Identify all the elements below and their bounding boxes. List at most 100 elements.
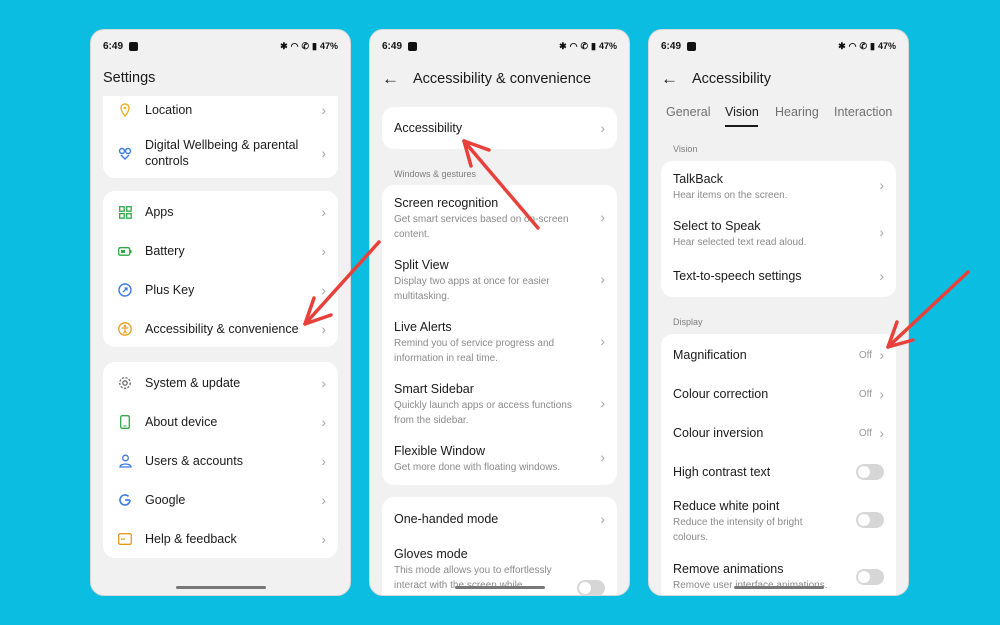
settings-item-high-contrast-text[interactable]: High contrast text	[661, 463, 896, 481]
home-indicator[interactable]	[454, 586, 545, 589]
settings-item-plus-key[interactable]: Plus Key ›	[103, 281, 338, 299]
section-header: Windows & gestures	[394, 169, 477, 179]
settings-group-1: Location › Digital Wellbeing & parental c…	[103, 96, 338, 178]
settings-item-label: Accessibility & convenience	[145, 322, 299, 336]
item-text: TalkBack Hear items on the screen.	[673, 171, 788, 203]
page-title: Accessibility	[692, 70, 771, 87]
settings-item-label: Magnification	[673, 348, 747, 362]
chevron-right-icon: ›	[321, 492, 326, 508]
settings-item-about-device[interactable]: About device ›	[103, 413, 338, 431]
status-icons: ✱ ◠ ✆ ▮ 47%	[280, 41, 338, 52]
item-title: Split View	[394, 258, 449, 272]
item-subtitle-line-2: information in real time.	[394, 353, 498, 364]
item-text: Screen recognition Get smart services bas…	[394, 195, 569, 242]
settings-item-location[interactable]: Location ›	[103, 101, 338, 119]
accessibility-icon	[117, 321, 133, 337]
home-indicator[interactable]	[733, 586, 824, 589]
plus-key-icon	[117, 282, 133, 298]
chevron-right-icon: ›	[879, 224, 884, 240]
item-title: Live Alerts	[394, 320, 452, 334]
settings-item-help-feedback[interactable]: Help & feedback ›	[103, 530, 338, 548]
settings-item-live-alerts[interactable]: Live Alerts Remind you of service progres…	[382, 319, 617, 365]
settings-item-accessibility[interactable]: Accessibility & convenience ›	[103, 320, 338, 338]
item-subtitle-line-2: colours.	[673, 532, 709, 543]
notification-icon	[129, 41, 139, 51]
tab-bar: General Vision Hearing Interaction	[649, 105, 908, 129]
signal-icon: ▮	[312, 40, 317, 51]
chevron-right-icon: ›	[879, 386, 884, 402]
status-icons: ✱ ◠ ✆ ▮ 47%	[559, 41, 617, 52]
reduce-white-point-toggle[interactable]	[856, 512, 884, 528]
help-icon	[117, 531, 133, 547]
chevron-right-icon: ›	[879, 177, 884, 193]
settings-item-magnification[interactable]: Magnification Off ›	[661, 346, 896, 364]
settings-item-smart-sidebar[interactable]: Smart Sidebar Quickly launch apps or acce…	[382, 381, 617, 427]
settings-item-talkback[interactable]: TalkBack Hear items on the screen. ›	[661, 171, 896, 203]
settings-item-google[interactable]: Google ›	[103, 491, 338, 509]
bluetooth-icon: ✱	[838, 40, 846, 51]
apps-icon	[117, 204, 133, 220]
page-header: ← Accessibility & convenience	[382, 70, 591, 87]
settings-item-colour-inversion[interactable]: Colour inversion Off ›	[661, 424, 896, 442]
settings-screen: 6:49 ✱ ◠ ✆ ▮ 47% Settings Location › Dig…	[90, 29, 351, 596]
settings-item-one-handed-mode[interactable]: One-handed mode ›	[382, 510, 617, 528]
back-arrow-icon[interactable]: ←	[382, 70, 399, 87]
item-subtitle-line-1: Remind you of service progress and	[394, 338, 555, 349]
chevron-right-icon: ›	[600, 511, 605, 527]
settings-item-screen-recognition[interactable]: Screen recognition Get smart services bas…	[382, 195, 617, 241]
settings-item-split-view[interactable]: Split View Display two apps at once for e…	[382, 257, 617, 303]
settings-item-label: Help & feedback	[145, 532, 237, 546]
settings-item-battery[interactable]: Battery ›	[103, 242, 338, 260]
section-header: Vision	[673, 144, 698, 154]
settings-item-label: Apps	[145, 205, 174, 219]
settings-item-select-to-speak[interactable]: Select to Speak Hear selected text read a…	[661, 218, 896, 250]
chevron-right-icon: ›	[321, 243, 326, 259]
settings-item-label: Google	[145, 493, 186, 507]
vision-group: TalkBack Hear items on the screen. › Sele…	[661, 161, 896, 297]
chevron-right-icon: ›	[321, 102, 326, 118]
item-subtitle-line-1: Reduce the intensity of bright	[673, 517, 803, 528]
settings-item-label: Digital Wellbeing & parental controls	[145, 137, 298, 169]
item-title: Reduce white point	[673, 499, 780, 513]
high-contrast-toggle[interactable]	[856, 464, 884, 480]
bluetooth-icon: ✱	[280, 40, 288, 51]
back-arrow-icon[interactable]: ←	[661, 70, 678, 87]
settings-item-apps[interactable]: Apps ›	[103, 203, 338, 221]
section-header: Display	[673, 317, 703, 327]
item-title: Smart Sidebar	[394, 382, 474, 396]
settings-item-flexible-window[interactable]: Flexible Window Get more done with floati…	[382, 443, 617, 475]
tab-hearing[interactable]: Hearing	[775, 105, 819, 119]
status-time: 6:49	[103, 40, 124, 52]
tab-interaction[interactable]: Interaction	[834, 105, 892, 119]
settings-item-users-accounts[interactable]: Users & accounts ›	[103, 452, 338, 470]
chevron-right-icon: ›	[600, 333, 605, 349]
item-title: Flexible Window	[394, 444, 486, 458]
chevron-right-icon: ›	[600, 395, 605, 411]
settings-item-reduce-white-point[interactable]: Reduce white point Reduce the intensity o…	[661, 498, 896, 544]
item-subtitle-line-2: multitasking.	[394, 291, 450, 302]
settings-item-label: Users & accounts	[145, 454, 243, 468]
tab-vision[interactable]: Vision	[725, 105, 759, 119]
chevron-right-icon: ›	[321, 282, 326, 298]
chevron-right-icon: ›	[879, 347, 884, 363]
windows-gestures-group: Screen recognition Get smart services bas…	[382, 185, 617, 485]
settings-item-label: Plus Key	[145, 283, 195, 297]
page-title-text: Settings	[103, 70, 156, 86]
settings-item-system-update[interactable]: System & update ›	[103, 374, 338, 392]
gloves-mode-toggle[interactable]	[577, 580, 605, 595]
settings-item-digital-wellbeing[interactable]: Digital Wellbeing & parental controls ›	[103, 136, 338, 170]
settings-item-colour-correction[interactable]: Colour correction Off ›	[661, 385, 896, 403]
settings-item-text-to-speech[interactable]: Text-to-speech settings ›	[661, 267, 896, 285]
chevron-right-icon: ›	[321, 204, 326, 220]
setting-value: Off	[858, 427, 872, 439]
wellbeing-icon	[117, 145, 133, 161]
settings-item-accessibility[interactable]: Accessibility ›	[382, 119, 617, 137]
item-text: Reduce white point Reduce the intensity o…	[673, 498, 803, 545]
home-indicator[interactable]	[175, 586, 266, 589]
settings-item-label: Battery	[145, 244, 185, 258]
item-subtitle: Get more done with floating windows.	[394, 462, 561, 473]
tab-general[interactable]: General	[666, 105, 710, 119]
call-icon: ✆	[580, 40, 589, 51]
remove-animations-toggle[interactable]	[856, 569, 884, 585]
status-icons: ✱ ◠ ✆ ▮ 47%	[838, 41, 896, 52]
